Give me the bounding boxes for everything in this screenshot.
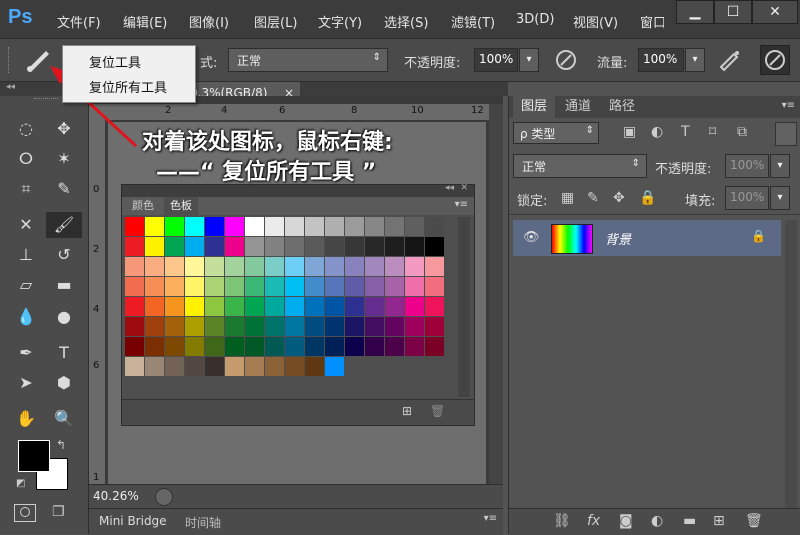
reset-tool-item[interactable]: 复位工具	[89, 52, 141, 71]
annotation-text: 对着该处图标，鼠标右键: ——“ 复位所有工具 ”	[142, 128, 393, 188]
annotation-line-1: 对着该处图标，鼠标右键:	[142, 130, 393, 155]
context-menu: 复位工具 复位所有工具	[62, 45, 196, 103]
annotation-line-2: ——“ 复位所有工具 ”	[156, 160, 377, 185]
reset-all-tools-item[interactable]: 复位所有工具	[89, 77, 167, 96]
